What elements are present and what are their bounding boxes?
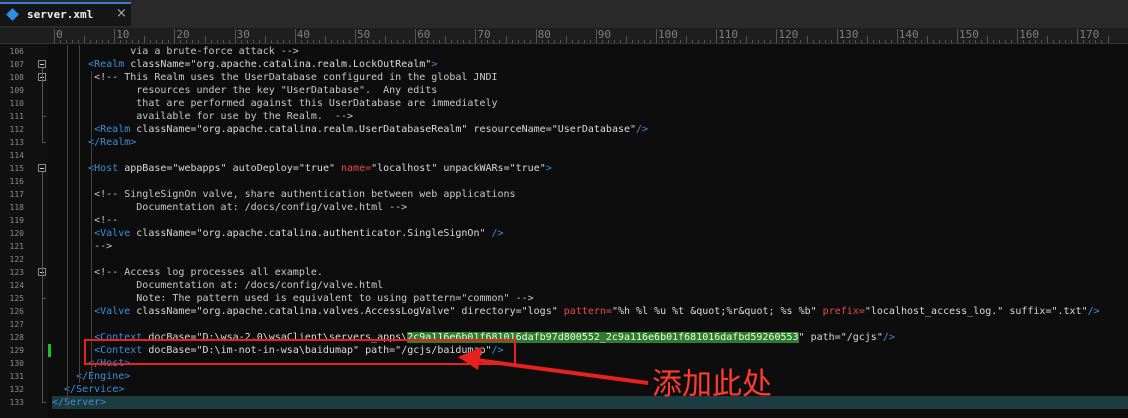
annotation-text: 添加此处 xyxy=(652,367,772,402)
annotation-arrow xyxy=(458,347,649,385)
modified-line-marker xyxy=(48,344,51,357)
